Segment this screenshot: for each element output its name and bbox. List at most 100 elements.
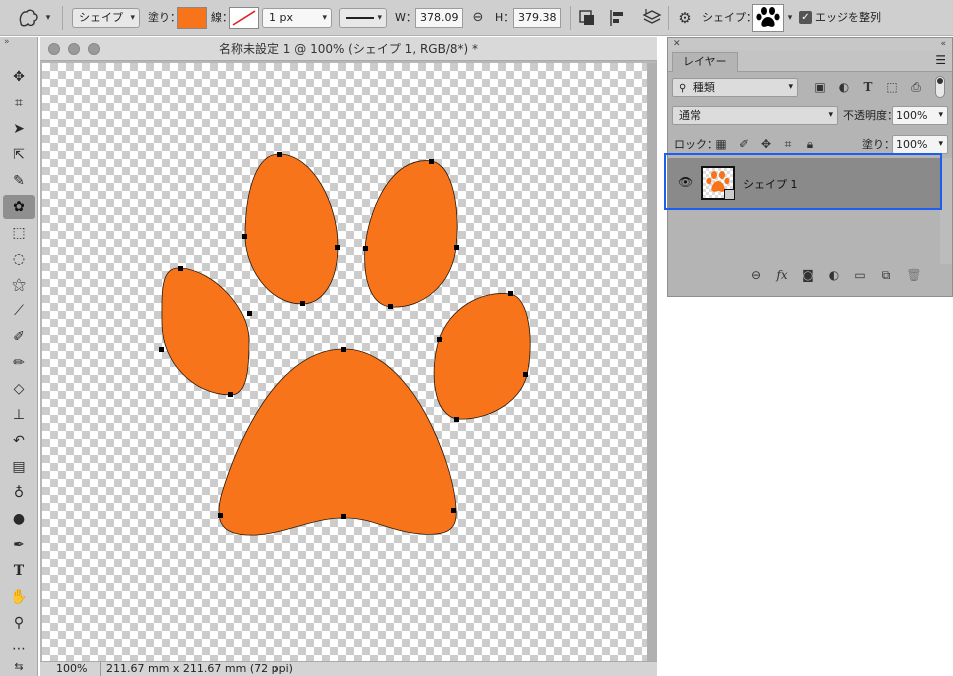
path-selection-tool-icon[interactable]: ➤: [3, 117, 35, 141]
status-chevron-right-icon[interactable]: ›: [274, 662, 278, 676]
path-operations-icon[interactable]: [578, 9, 596, 27]
close-panel-icon[interactable]: ✕: [673, 38, 681, 50]
gradient-tool-icon[interactable]: ▤: [3, 455, 35, 479]
height-value: 379.38: [518, 11, 557, 24]
lock-artboard-icon[interactable]: ⌗: [780, 137, 796, 151]
width-label: W：: [395, 11, 417, 24]
mode-select-value: シェイプ: [79, 11, 123, 24]
anchor-point: [341, 514, 346, 519]
path-alignment-icon[interactable]: [608, 9, 628, 27]
panel-tab-row: レイヤー ☰: [668, 50, 952, 72]
options-bar: ▾ シェイプ ▾ 塗り： 線： 1 px ▾ ▾ W： 378.09 ⊖ H： …: [0, 0, 953, 36]
paw-shape[interactable]: [42, 63, 647, 661]
pencil-tool-icon[interactable]: ✏: [3, 351, 35, 375]
anchor-point: [247, 311, 252, 316]
collapse-panel-icon[interactable]: «: [940, 38, 946, 50]
pen-tool-icon[interactable]: ✒: [3, 533, 35, 557]
zoom-tool-icon[interactable]: ⚲: [3, 611, 35, 635]
eyedropper-tool-icon[interactable]: ⟋: [3, 299, 35, 323]
lock-transparent-pixels-icon[interactable]: ▦: [713, 137, 729, 151]
anchor-point: [178, 266, 183, 271]
shape-picker[interactable]: [752, 4, 784, 32]
align-edges-checkbox[interactable]: ✓: [799, 11, 812, 24]
document-title: 名称未設定 1 @ 100% (シェイプ 1, RGB/8*) *: [218, 42, 478, 56]
height-input[interactable]: 379.38: [513, 8, 561, 28]
magic-wand-tool-icon[interactable]: ⚝: [3, 273, 35, 297]
layer-filter-select[interactable]: ⚲ 種類 ▾: [672, 78, 798, 97]
anchor-point: [523, 372, 528, 377]
crop-tool-icon[interactable]: ⌗: [3, 91, 35, 115]
stroke-type-select[interactable]: ▾: [339, 8, 387, 28]
vertical-scrollbar[interactable]: [647, 63, 657, 661]
move-tool-icon[interactable]: ✥: [3, 65, 35, 89]
stroke-width-input[interactable]: 1 px ▾: [262, 8, 332, 28]
lock-position-icon[interactable]: ✥: [758, 137, 774, 151]
new-layer-icon[interactable]: ⧉: [878, 268, 894, 282]
fill-color-swatch[interactable]: [177, 7, 207, 29]
gear-icon[interactable]: ⚙: [676, 10, 694, 26]
mode-select[interactable]: シェイプ ▾: [72, 8, 140, 28]
elliptical-marquee-tool-icon[interactable]: ◌: [3, 247, 35, 271]
smart-object-filter-icon[interactable]: ⎙: [908, 80, 924, 94]
pixel-layer-filter-icon[interactable]: ▣: [812, 80, 828, 94]
more-tools-icon[interactable]: ⋯: [3, 637, 35, 661]
lock-image-pixels-icon[interactable]: ✐: [736, 137, 752, 151]
new-group-folder-icon[interactable]: ▭: [852, 268, 868, 282]
shape-picker-chevron-down-icon[interactable]: ▾: [784, 10, 796, 26]
hand-tool-icon[interactable]: ✋: [3, 585, 35, 609]
layer-style-fx-icon[interactable]: fx: [774, 268, 790, 282]
link-icon[interactable]: ⊖: [468, 10, 488, 26]
custom-shape-tool-icon[interactable]: ✿: [3, 195, 35, 219]
add-mask-icon[interactable]: ◙: [800, 268, 816, 282]
shape-layer-filter-icon[interactable]: ⬚: [884, 80, 900, 94]
adjustment-layer-filter-icon[interactable]: ◐: [836, 80, 852, 94]
brush-tool-icon[interactable]: ✐: [3, 325, 35, 349]
link-layers-icon[interactable]: ⊖: [748, 268, 764, 282]
blend-mode-select[interactable]: 通常 ▾: [672, 106, 838, 125]
opacity-input[interactable]: 100% ▾: [892, 106, 948, 125]
custom-shape-tool-icon[interactable]: [18, 8, 40, 28]
anchor-point: [242, 234, 247, 239]
panel-menu-icon[interactable]: ☰: [935, 53, 946, 67]
blur-tool-icon[interactable]: ♁: [3, 481, 35, 505]
rectangular-marquee-tool-icon[interactable]: ⬚: [3, 221, 35, 245]
type-layer-filter-icon[interactable]: T: [860, 80, 876, 94]
direct-selection-tool-icon[interactable]: ⇱: [3, 143, 35, 167]
fill-input[interactable]: 100% ▾: [892, 135, 948, 154]
panel-header: ✕ «: [668, 38, 952, 50]
collapse-double-chevron-icon[interactable]: »: [4, 37, 10, 47]
path-arrangement-icon[interactable]: [642, 8, 662, 28]
tool-preset-chevron-down-icon[interactable]: ▾: [42, 10, 54, 26]
opacity-value: 100%: [896, 109, 928, 122]
stamp-tool-icon[interactable]: ⊥: [3, 403, 35, 427]
anchor-point: [454, 417, 459, 422]
stroke-none-swatch[interactable]: [229, 7, 259, 29]
fill-value: 100%: [896, 138, 928, 151]
height-label: H：: [495, 11, 515, 24]
anchor-point: [508, 291, 513, 296]
anchor-point: [388, 304, 393, 309]
anchor-point: [159, 347, 164, 352]
width-input[interactable]: 378.09: [415, 8, 463, 28]
delete-layer-trash-icon[interactable]: 🗑︎: [906, 268, 922, 282]
canvas[interactable]: [42, 63, 647, 661]
chevron-down-icon: ▾: [938, 139, 943, 149]
anchor-point: [363, 246, 368, 251]
tab-layers[interactable]: レイヤー: [672, 52, 738, 72]
paw-toe-top-left: [244, 153, 339, 305]
dodge-tool-icon[interactable]: ●: [3, 507, 35, 531]
zoom-level[interactable]: 100%: [56, 662, 87, 676]
adjustment-layer-icon[interactable]: ◐: [826, 268, 842, 282]
anchor-point: [454, 245, 459, 250]
eraser-tool-icon[interactable]: ◇: [3, 377, 35, 401]
layers-footer: ⊖ fx ◙ ◐ ▭ ⧉ 🗑︎: [668, 265, 952, 287]
swap-colors-icon[interactable]: ⇆: [3, 659, 35, 675]
freeform-pen-tool-icon[interactable]: ✎: [3, 169, 35, 193]
type-tool-icon[interactable]: T: [3, 559, 35, 583]
chevron-down-icon: ▾: [788, 82, 793, 92]
document-title-bar: 名称未設定 1 @ 100% (シェイプ 1, RGB/8*) *: [40, 37, 657, 61]
lock-all-icon[interactable]: 🔒︎: [802, 137, 818, 151]
filter-toggle-switch[interactable]: [935, 76, 945, 98]
history-brush-tool-icon[interactable]: ↶: [3, 429, 35, 453]
status-divider: [100, 662, 101, 676]
